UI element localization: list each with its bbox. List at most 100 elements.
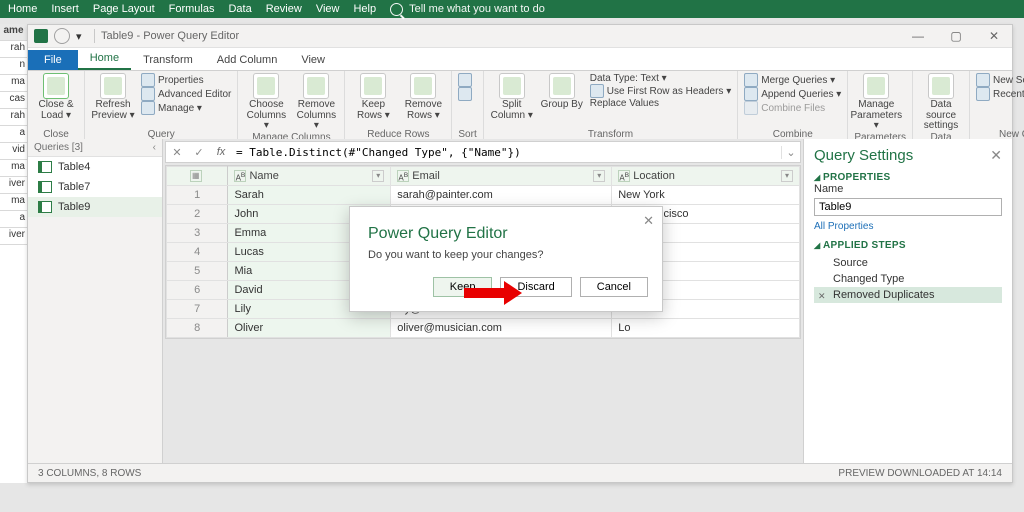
- advanced-editor-button[interactable]: Advanced Editor: [141, 87, 231, 101]
- query-name-input[interactable]: [814, 198, 1002, 216]
- tab-view[interactable]: View: [289, 50, 337, 70]
- excel-menu-item[interactable]: Data: [228, 3, 251, 15]
- manage-parameters-button[interactable]: Manage Parameters ▾: [854, 73, 898, 132]
- recent-sources-button[interactable]: Recent Sources ▾: [976, 87, 1024, 101]
- filter-icon[interactable]: ▾: [781, 170, 793, 182]
- settings-title: Query Settings: [814, 147, 913, 164]
- tab-home[interactable]: Home: [78, 48, 131, 70]
- properties-button[interactable]: Properties: [141, 73, 231, 87]
- group-by-button[interactable]: Group By: [540, 73, 584, 111]
- excel-menu-item[interactable]: View: [316, 3, 340, 15]
- dialog-text: Do you want to keep your changes?: [350, 249, 662, 277]
- manage-icon: [141, 101, 155, 115]
- excel-menu-item[interactable]: Help: [353, 3, 376, 15]
- sort-desc-button[interactable]: [458, 87, 472, 101]
- table-corner[interactable]: ▦: [167, 167, 228, 186]
- collapse-button[interactable]: ‹: [153, 142, 156, 153]
- column-header-name[interactable]: ABName▾: [228, 167, 391, 186]
- close-and-load-button[interactable]: Close & Load ▾: [34, 73, 78, 121]
- data-type-button[interactable]: Data Type: Text ▾: [590, 73, 732, 84]
- data-source-settings-button[interactable]: Data source settings: [919, 73, 963, 132]
- cell[interactable]: cas: [0, 92, 27, 109]
- keep-rows-button[interactable]: Keep Rows ▾: [351, 73, 395, 121]
- cell[interactable]: ma: [0, 194, 27, 211]
- cell[interactable]: a: [0, 126, 27, 143]
- column-header-location[interactable]: ABLocation▾: [612, 167, 800, 186]
- step-item[interactable]: Changed Type: [814, 271, 1002, 287]
- replace-values-button[interactable]: Replace Values: [590, 98, 732, 109]
- expand-formula-button[interactable]: ⌄: [781, 146, 800, 159]
- cancel-button[interactable]: Cancel: [580, 277, 648, 297]
- cell[interactable]: vid: [0, 143, 27, 160]
- cell[interactable]: ma: [0, 75, 27, 92]
- query-item[interactable]: Table7: [28, 177, 162, 197]
- new-source-button[interactable]: New Source ▾: [976, 73, 1024, 87]
- cell[interactable]: a: [0, 211, 27, 228]
- remove-columns-button[interactable]: Remove Columns ▾: [294, 73, 338, 132]
- filter-icon[interactable]: ▾: [593, 170, 605, 182]
- cell[interactable]: ma: [0, 160, 27, 177]
- cell[interactable]: rah: [0, 41, 27, 58]
- table-row[interactable]: 8Oliveroliver@musician.comLo: [167, 319, 800, 338]
- properties-heading: PROPERTIES: [814, 172, 1002, 183]
- cell[interactable]: n: [0, 58, 27, 75]
- cell[interactable]: rah: [0, 109, 27, 126]
- delete-step-icon[interactable]: [818, 290, 829, 301]
- tab-add-column[interactable]: Add Column: [205, 50, 290, 70]
- cancel-formula-button[interactable]: ✕: [166, 146, 188, 159]
- excel-menu-item[interactable]: Insert: [51, 3, 79, 15]
- excel-menu-item[interactable]: Review: [266, 3, 302, 15]
- sort-asc-button[interactable]: [458, 73, 472, 87]
- table-row[interactable]: 1Sarahsarah@painter.comNew York: [167, 186, 800, 205]
- excel-menu-item[interactable]: Page Layout: [93, 3, 155, 15]
- table-icon: [38, 161, 52, 173]
- recent-icon: [976, 87, 990, 101]
- accept-formula-button[interactable]: ✓: [188, 146, 210, 159]
- manage-button[interactable]: Manage ▾: [141, 101, 231, 115]
- query-item-selected[interactable]: Table9: [28, 197, 162, 217]
- cell[interactable]: iver: [0, 228, 27, 245]
- pq-titlebar: ▾ Table9 - Power Query Editor — ▢ ✕: [28, 25, 1012, 48]
- dialog-close-button[interactable]: ✕: [643, 213, 654, 229]
- excel-menu-item[interactable]: Formulas: [169, 3, 215, 15]
- queries-header: Queries [3]: [34, 142, 83, 153]
- append-queries-button[interactable]: Append Queries ▾: [744, 87, 841, 101]
- excel-menu-item[interactable]: Home: [8, 3, 37, 15]
- status-bar: 3 COLUMNS, 8 ROWS PREVIEW DOWNLOADED AT …: [28, 463, 1012, 482]
- editor-icon: [141, 87, 155, 101]
- split-column-button[interactable]: Split Column ▾: [490, 73, 534, 121]
- remove-rows-button[interactable]: Remove Rows ▾: [401, 73, 445, 121]
- column-header[interactable]: ame: [0, 24, 27, 41]
- smiley-icon[interactable]: [54, 28, 70, 44]
- status-left: 3 COLUMNS, 8 ROWS: [38, 468, 141, 479]
- close-window-button[interactable]: ✕: [982, 29, 1006, 43]
- refresh-preview-button[interactable]: Refresh Preview ▾: [91, 73, 135, 121]
- table-icon: [38, 181, 52, 193]
- column-header-email[interactable]: ABEmail▾: [391, 167, 612, 186]
- filter-icon[interactable]: ▾: [372, 170, 384, 182]
- maximize-button[interactable]: ▢: [944, 29, 968, 43]
- combine-files-button[interactable]: Combine Files: [744, 101, 841, 115]
- choose-columns-button[interactable]: Choose Columns ▾: [244, 73, 288, 132]
- step-item[interactable]: Source: [814, 255, 1002, 271]
- excel-icon: [34, 29, 48, 43]
- status-right: PREVIEW DOWNLOADED AT 14:14: [838, 468, 1002, 479]
- tab-file[interactable]: File: [28, 50, 78, 70]
- minimize-button[interactable]: —: [906, 29, 930, 43]
- tab-transform[interactable]: Transform: [131, 50, 205, 70]
- merge-queries-button[interactable]: Merge Queries ▾: [744, 73, 841, 87]
- sort-desc-icon: [458, 87, 472, 101]
- annotation-arrow: [464, 281, 522, 305]
- cell[interactable]: iver: [0, 177, 27, 194]
- qat-dropdown[interactable]: ▾: [76, 30, 88, 42]
- first-row-headers-button[interactable]: Use First Row as Headers ▾: [590, 84, 732, 98]
- fx-label: fx: [210, 146, 232, 158]
- dialog-title: Power Query Editor: [350, 207, 662, 249]
- step-item-selected[interactable]: Removed Duplicates: [814, 287, 1002, 303]
- query-item[interactable]: Table4: [28, 157, 162, 177]
- all-properties-link[interactable]: All Properties: [814, 221, 1002, 232]
- close-settings-button[interactable]: ✕: [990, 147, 1002, 164]
- ribbon: Close & Load ▾ Close Refresh Preview ▾ P…: [28, 71, 1012, 142]
- formula-input[interactable]: [232, 146, 781, 159]
- tell-me[interactable]: Tell me what you want to do: [390, 3, 545, 16]
